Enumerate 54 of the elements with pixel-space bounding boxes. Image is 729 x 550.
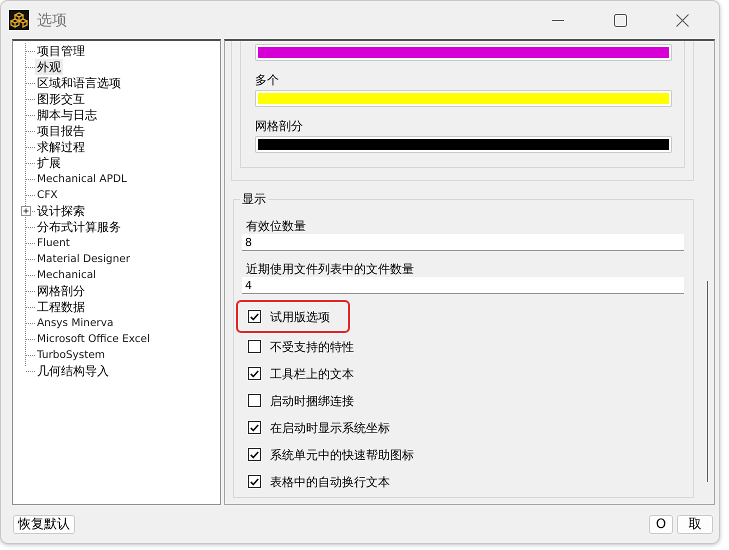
input-field[interactable]: 4: [242, 277, 684, 294]
maximize-icon[interactable]: [614, 14, 626, 26]
field-label: 近期使用文件列表中的文件数量: [245, 261, 415, 277]
cancel-button[interactable]: 取: [677, 514, 713, 534]
tree-item[interactable]: Microsoft Office Excel: [35, 331, 152, 347]
close-icon[interactable]: [676, 14, 688, 26]
checkbox-label: 启动时捆绑连接: [270, 392, 354, 410]
tree-item[interactable]: 分布式计算服务: [35, 219, 123, 235]
scrollbar-thumb[interactable]: [706, 281, 708, 482]
tree-item[interactable]: Ansys Minerva: [35, 315, 116, 331]
tree-item[interactable]: 项目报告: [35, 123, 87, 139]
tree-item[interactable]: 扩展: [35, 155, 63, 171]
color-button[interactable]: [255, 44, 672, 61]
group-title: 显示: [240, 191, 268, 207]
checkbox[interactable]: [248, 394, 261, 407]
expand-icon[interactable]: [21, 206, 31, 216]
color-label: 网格剖分: [255, 118, 304, 135]
input-field[interactable]: 8: [242, 234, 684, 251]
tree-item[interactable]: 区域和语言选项: [35, 75, 123, 91]
tree-item[interactable]: Fluent: [35, 235, 72, 251]
window-title: 选项: [37, 10, 67, 31]
tree-item[interactable]: 项目管理: [35, 43, 87, 59]
checkbox-label: 工具栏上的文本: [270, 366, 354, 382]
tree-item[interactable]: 外观: [35, 59, 63, 75]
checkbox[interactable]: [248, 367, 261, 380]
checkbox[interactable]: [248, 421, 261, 434]
tree-item[interactable]: Mechanical APDL: [35, 171, 129, 187]
tree-item[interactable]: Material Designer: [35, 251, 132, 267]
checkbox-label: 系统单元中的快速帮助图标: [270, 446, 414, 464]
color-label: 多个: [255, 72, 280, 89]
checkbox-label: 不受支持的特性: [270, 338, 354, 356]
tree-item[interactable]: 几何结构导入: [35, 363, 111, 379]
tree-item[interactable]: 设计探索: [35, 203, 87, 219]
checkbox-label: 试用版选项: [270, 308, 330, 326]
checkbox[interactable]: [248, 340, 261, 353]
tree-item[interactable]: TurboSystem: [35, 347, 108, 363]
tree-item[interactable]: 图形交互: [35, 91, 87, 107]
checkbox[interactable]: [248, 475, 261, 488]
field-label: 有效位数量: [245, 218, 307, 234]
tree-item[interactable]: Mechanical: [35, 267, 98, 283]
tree-item[interactable]: 脚本与日志: [35, 107, 99, 123]
checkbox-label: 表格中的自动换行文本: [270, 474, 390, 490]
color-button[interactable]: [255, 136, 672, 153]
checkbox[interactable]: [248, 448, 261, 461]
checkbox[interactable]: [248, 310, 261, 323]
color-button[interactable]: [255, 90, 672, 107]
app-logo-icon: [9, 10, 29, 30]
restore-defaults-button[interactable]: 恢复默认: [13, 514, 75, 534]
checkbox-label: 在启动时显示系统坐标: [270, 420, 390, 436]
tree-item[interactable]: 网格剖分: [35, 283, 87, 299]
tree-item[interactable]: 工程数据: [35, 299, 87, 315]
ok-button[interactable]: O: [649, 514, 673, 534]
tree-item[interactable]: CFX: [35, 187, 60, 203]
tree-item[interactable]: 求解过程: [35, 139, 87, 155]
